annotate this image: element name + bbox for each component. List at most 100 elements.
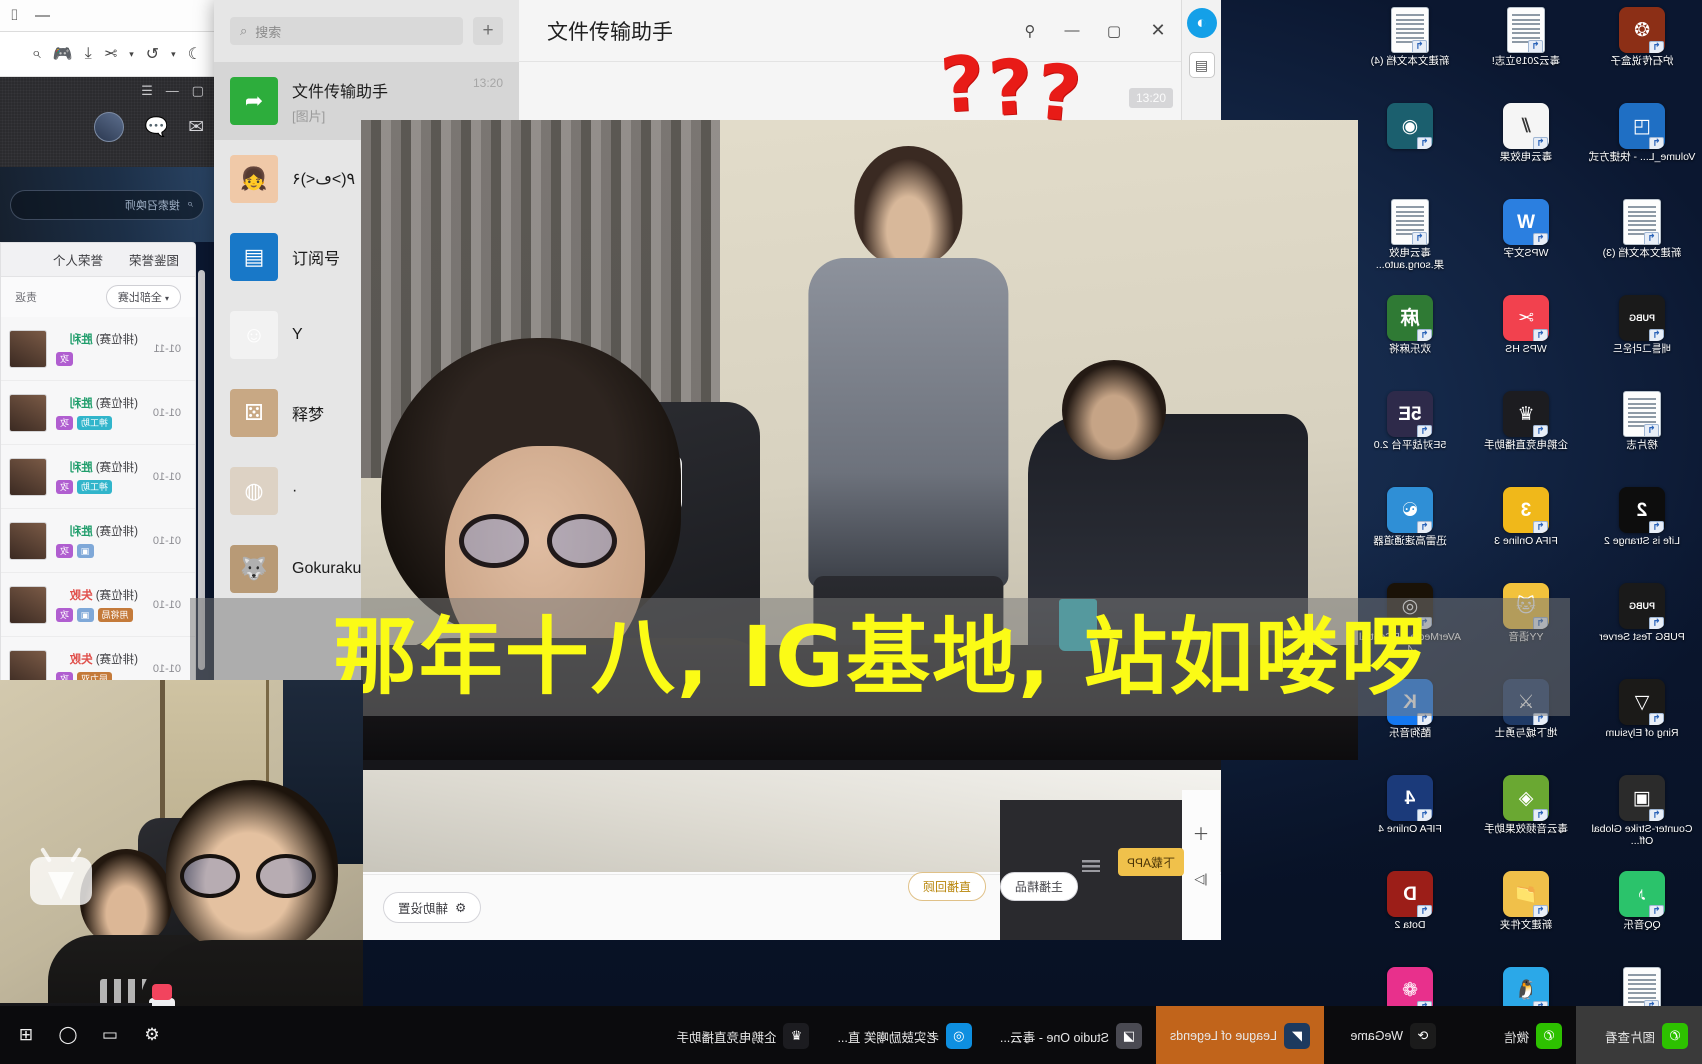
desktop-icon[interactable]: 4 FIFA Online 4 <box>1352 772 1468 868</box>
app-icon-glyph: ♪ <box>1619 871 1665 917</box>
search-placeholder: 搜索 <box>255 24 282 40</box>
stream-bottom-button[interactable]: 直播回顾 <box>908 872 987 901</box>
search-placeholder: 搜索召唤师 <box>124 199 180 212</box>
cortana-icon[interactable]: ◯ <box>48 1006 88 1064</box>
champion-portrait <box>9 457 47 496</box>
desktop-icon[interactable]: ☯ 迅雷高速通道器 <box>1352 484 1468 580</box>
plus-icon[interactable]: ＋ <box>1193 820 1210 845</box>
desktop-icon[interactable]: 榜片志 <box>1584 388 1700 484</box>
lol-search-band: ⌕ 搜索召唤师 <box>0 167 214 242</box>
desktop-icon[interactable]: PUBG PUBG Test Server <box>1584 580 1700 676</box>
match-tag: 神工助 <box>77 416 113 430</box>
match-tag: ▣ <box>77 608 94 622</box>
lol-window-minimize-icon[interactable]: — <box>166 83 179 99</box>
champion-portrait <box>9 393 47 432</box>
app-icon-glyph <box>1623 391 1661 437</box>
taskbar-item[interactable]: ◎ 老实鼓励嘲笑 直... <box>823 1006 985 1064</box>
desktop-icon[interactable]: 毒云2019立志! <box>1468 4 1584 100</box>
desktop-icon[interactable]: ▣Counter-Strike Global Off... <box>1584 772 1700 868</box>
app-icon-glyph: ⫽ <box>1503 103 1549 149</box>
windows-taskbar[interactable]: ✆ 图片查看 ✆ 微信 ⟳ WeGame ◤ League of Legends ◪ Studio… <box>0 1006 1702 1064</box>
qq-browser-icon[interactable]: ◐ <box>1186 8 1217 38</box>
collapse-arrow-icon[interactable]: ◁| <box>1194 871 1207 887</box>
download-icon[interactable]: ⤓ <box>85 45 92 63</box>
notes-icon[interactable]: ▤ <box>1188 52 1215 78</box>
desktop-icon[interactable]: 5E 5E对战平台 2.0 <box>1352 388 1468 484</box>
dropdown-2-icon[interactable]: ▾ <box>129 49 134 60</box>
app-icon-glyph: W <box>1503 199 1549 245</box>
settings-gear-icon[interactable]: ⚙ <box>132 1006 172 1064</box>
avatar[interactable] <box>94 112 125 142</box>
chat-icon[interactable]: 💬 <box>144 115 168 139</box>
search-input[interactable]: ⌕ 搜索 <box>230 17 463 45</box>
minimize-icon[interactable]: — <box>35 7 50 24</box>
desktop-icon[interactable]: PUBG 배틀그라운드 <box>1584 292 1700 388</box>
search-summoner-input[interactable]: ⌕ 搜索召唤师 <box>10 189 204 220</box>
desktop-icon[interactable]: ◈ 毒云音频效果助手 <box>1468 772 1584 868</box>
desktop-icon[interactable]: 新建文本文档 (4) <box>1352 4 1468 100</box>
desktop-icon[interactable]: ♪ QQ音乐 <box>1584 868 1700 964</box>
question-mark: ? <box>986 41 1039 134</box>
scissors-icon[interactable]: ✂ <box>104 44 117 64</box>
desktop-icon[interactable]: 毒云电效果.song.auto... <box>1352 196 1468 292</box>
wechat-icon: ✆ <box>1536 1023 1562 1049</box>
taskbar-item[interactable]: ◪ Studio One - 毒云... <box>986 1006 1156 1064</box>
download-app-badge[interactable]: 下载APP <box>1118 848 1184 876</box>
desktop-icon[interactable]: ◳ Volume_L... - 快捷方式 <box>1584 100 1700 196</box>
close-icon[interactable]: ✕ <box>1135 0 1181 61</box>
match-filter-chip[interactable]: ▾ 全部比赛 <box>105 285 181 309</box>
desktop-icon-label: FIFA Online 3 <box>1494 535 1558 547</box>
desktop-icon[interactable]: ✂ WPS HS <box>1468 292 1584 388</box>
subtitle-text: 那年十八, IG基地, 站如喽啰 <box>332 608 1428 706</box>
tablet-mode-icon[interactable]: ▭ <box>90 1006 130 1064</box>
taskbar-item[interactable]: ♛ 企鹅电竞直播助手 <box>662 1006 823 1064</box>
match-history-row[interactable]: 01-10 (排位赛) 胜利 神工助攻 <box>1 445 195 509</box>
desktop-icon[interactable]: 新建文本文档 (3) <box>1584 196 1700 292</box>
lol-tab[interactable]: 图鉴誉荣 <box>129 250 179 269</box>
stream-bottom-button[interactable]: 主播精品 <box>1000 872 1079 901</box>
refresh-icon[interactable]: ↻ <box>146 44 159 64</box>
match-result: 胜利 <box>69 526 93 538</box>
app-icon-glyph: ❂ <box>1619 7 1665 53</box>
taskbar-item[interactable]: ✆ 图片查看 <box>1576 1006 1702 1064</box>
match-history-row[interactable]: 01-10 (排位赛) 胜利 ▣ 攻 <box>1 509 195 573</box>
dropdown-1-icon[interactable]: ▾ <box>171 49 176 60</box>
desktop-icon[interactable]: ◉ <box>1352 100 1468 196</box>
desktop-icon[interactable]: W WPS文字 <box>1468 196 1584 292</box>
desktop-icon[interactable]: D Dota 2 <box>1352 868 1468 964</box>
maximize-icon[interactable]: ▢ <box>1093 0 1135 61</box>
moon-icon[interactable]: ☽ <box>188 44 202 64</box>
search-icon[interactable]: ⌕ <box>32 45 41 63</box>
match-date: 01-10 <box>152 406 181 419</box>
taskbar-item[interactable]: ⟳ WeGame <box>1324 1006 1450 1064</box>
taskbar-item[interactable]: ✆ 微信 <box>1450 1006 1576 1064</box>
add-chat-button[interactable]: + <box>473 17 503 45</box>
desktop-icon-label: 新建文本文档 (3) <box>1602 247 1682 259</box>
desktop-icon[interactable]: ▽ Ring of Elysium <box>1584 676 1700 772</box>
lol-tab[interactable]: 誉荣人个 <box>53 250 103 269</box>
assist-settings-button[interactable]: ⚙ 辅助设置 <box>383 892 482 923</box>
drag-handle[interactable] <box>1082 860 1100 872</box>
taskbar-item-label: League of Legends <box>1169 1029 1277 1043</box>
start-icon[interactable]: ⊞ <box>6 1006 46 1064</box>
desktop-icon[interactable]: ♛ 企鹅电竞直播助手 <box>1468 388 1584 484</box>
desktop-icon-label: 毒云电效果 <box>1499 151 1553 163</box>
restore-icon[interactable]: ⌷ <box>10 7 19 24</box>
taskbar-item[interactable]: ◤ League of Legends <box>1155 1006 1324 1064</box>
desktop-icon[interactable]: ❂ 炉石传说盒子 <box>1584 4 1700 100</box>
match-result: 胜利 <box>69 398 93 410</box>
desktop-icon[interactable]: 📁 新建文件夹 <box>1468 868 1584 964</box>
mail-icon[interactable]: ✉ <box>188 116 204 139</box>
desktop-icon[interactable]: 麻欢乐麻将 <box>1352 292 1468 388</box>
match-result: 胜利 <box>69 334 93 346</box>
desktop-icon[interactable]: 3 FIFA Online 3 <box>1468 484 1584 580</box>
desktop-icon[interactable]: 2 Life is Strange 2 <box>1584 484 1700 580</box>
match-history-row[interactable]: 01-10 (排位赛) 失败 用将局 ▣ 攻 <box>1 573 195 637</box>
lol-window-restore-icon[interactable]: ▢ <box>192 83 204 99</box>
gamepad-icon[interactable]: 🎮 <box>53 44 73 64</box>
desktop-icon[interactable]: ⫽ 毒云电效果 <box>1468 100 1584 196</box>
match-history-row[interactable]: 01-10 (排位赛) 胜利 神工助攻 <box>1 381 195 445</box>
match-history-row[interactable]: 01-11 (排位赛) 胜利攻 <box>1 317 195 381</box>
taskbar-item-label: Studio One - 毒云... <box>999 1030 1109 1045</box>
lol-menu-icon[interactable]: ☰ <box>141 83 153 99</box>
